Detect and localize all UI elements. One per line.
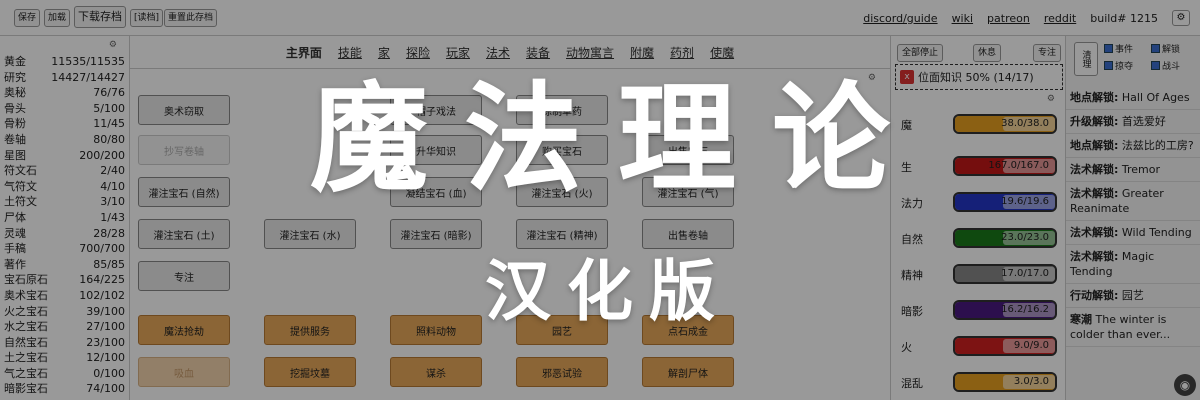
banner-subtitle: 汉化版 — [485, 253, 731, 330]
banner-title: 魔法理论 — [309, 70, 926, 208]
